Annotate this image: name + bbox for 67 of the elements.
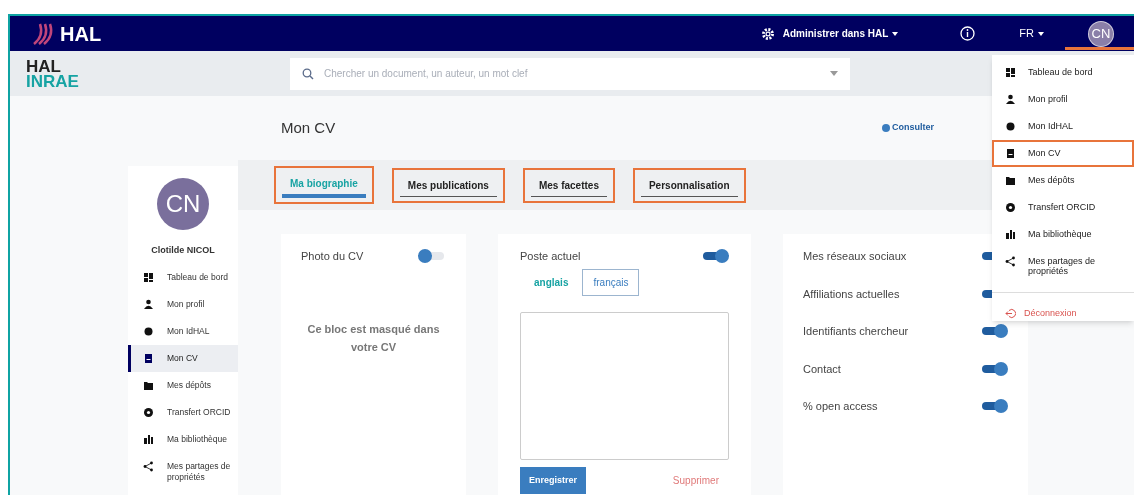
page-title: Mon CV <box>281 117 336 138</box>
person-icon <box>1005 94 1016 105</box>
search-field[interactable]: Chercher un document, un auteur, un mot clef <box>290 57 850 90</box>
toggle-switch[interactable] <box>980 399 1008 414</box>
toggle-switch[interactable] <box>980 324 1008 339</box>
card-label: Poste actuel <box>520 249 581 264</box>
menu-item[interactable]: Mon CV <box>992 140 1134 167</box>
tab[interactable]: Mes facettes <box>522 167 615 203</box>
search-icon <box>302 67 314 80</box>
brand-name: HAL <box>60 21 102 47</box>
sidebar-item[interactable]: Ma bibliothèque <box>128 425 238 453</box>
section-label: Mes réseaux sociaux <box>803 249 907 264</box>
section-label: Identifiants chercheur <box>803 324 909 339</box>
hidden-message: Ce bloc est masqué dans votre CV <box>306 321 441 355</box>
sidebar-item[interactable]: Mon CV <box>128 344 238 372</box>
person-icon <box>143 298 154 310</box>
profile-name: Clotilde NICOL <box>151 244 215 257</box>
logo-text: INRAE <box>26 73 80 89</box>
document-icon <box>1005 148 1016 159</box>
sidebar-item[interactable]: Tableau de bord <box>128 263 238 291</box>
folder-icon <box>143 379 154 391</box>
menu-item[interactable]: Ma bibliothèque <box>992 221 1134 248</box>
toggle-switch[interactable] <box>980 361 1008 376</box>
user-avatar[interactable]: CN <box>1088 20 1114 47</box>
folder-icon <box>1005 175 1016 186</box>
section-label: % open access <box>803 399 878 414</box>
menu-item[interactable]: Mon profil <box>992 86 1134 113</box>
sidebar-item[interactable]: Transfert ORCID <box>128 398 238 426</box>
tab[interactable]: Mes publications <box>391 167 505 203</box>
caret-icon <box>1038 31 1044 36</box>
search-input[interactable]: Chercher un document, un auteur, un mot clef <box>324 66 820 81</box>
sidebar-item[interactable]: Mes partages de propriétés <box>128 452 238 491</box>
settings-icon <box>760 26 775 41</box>
section-label: Affiliations actuelles <box>803 286 900 302</box>
menu-item[interactable]: Mes partages de propriétés <box>992 248 1134 284</box>
grid-icon <box>143 271 154 283</box>
document-icon <box>143 352 154 364</box>
share-icon <box>1005 256 1016 267</box>
grid-icon <box>1005 67 1016 78</box>
menu-item[interactable]: Mes dépôts <box>992 167 1134 194</box>
toggle-switch[interactable] <box>701 249 729 264</box>
admin-menu[interactable]: Administrer dans HAL <box>782 26 899 41</box>
sidebar-item[interactable]: Mes dépôts <box>128 371 238 399</box>
save-button[interactable]: Enregistrer <box>520 466 587 494</box>
profile-avatar: CN <box>157 178 209 230</box>
sidebar-item[interactable]: Mon IdHAL <box>128 317 238 345</box>
menu-item[interactable]: Mon IdHAL <box>992 113 1134 140</box>
logout-item[interactable]: Déconnexion <box>992 307 1077 321</box>
language-tab[interactable]: français <box>582 268 640 296</box>
menu-item[interactable]: Transfert ORCID <box>992 194 1134 221</box>
disc-icon <box>143 406 154 418</box>
share-icon <box>143 460 154 472</box>
tab[interactable]: Personnalisation <box>632 167 746 203</box>
menu-item[interactable]: Tableau de bord <box>992 59 1134 86</box>
card-label: Photo du CV <box>301 249 364 264</box>
disc-icon <box>1005 202 1016 213</box>
caret-icon <box>830 71 838 76</box>
info-icon[interactable] <box>960 26 976 41</box>
language-menu[interactable]: FR <box>1019 25 1044 42</box>
view-link[interactable]: Consulter <box>882 121 934 135</box>
logout-icon <box>1005 308 1016 320</box>
logo-text: HAL <box>26 58 61 74</box>
sidebar-item[interactable]: Mon profil <box>128 290 238 318</box>
active-indicator <box>1065 47 1134 50</box>
section-label: Contact <box>803 361 841 377</box>
toggle-switch[interactable] <box>418 249 446 264</box>
caret-icon <box>892 31 899 36</box>
